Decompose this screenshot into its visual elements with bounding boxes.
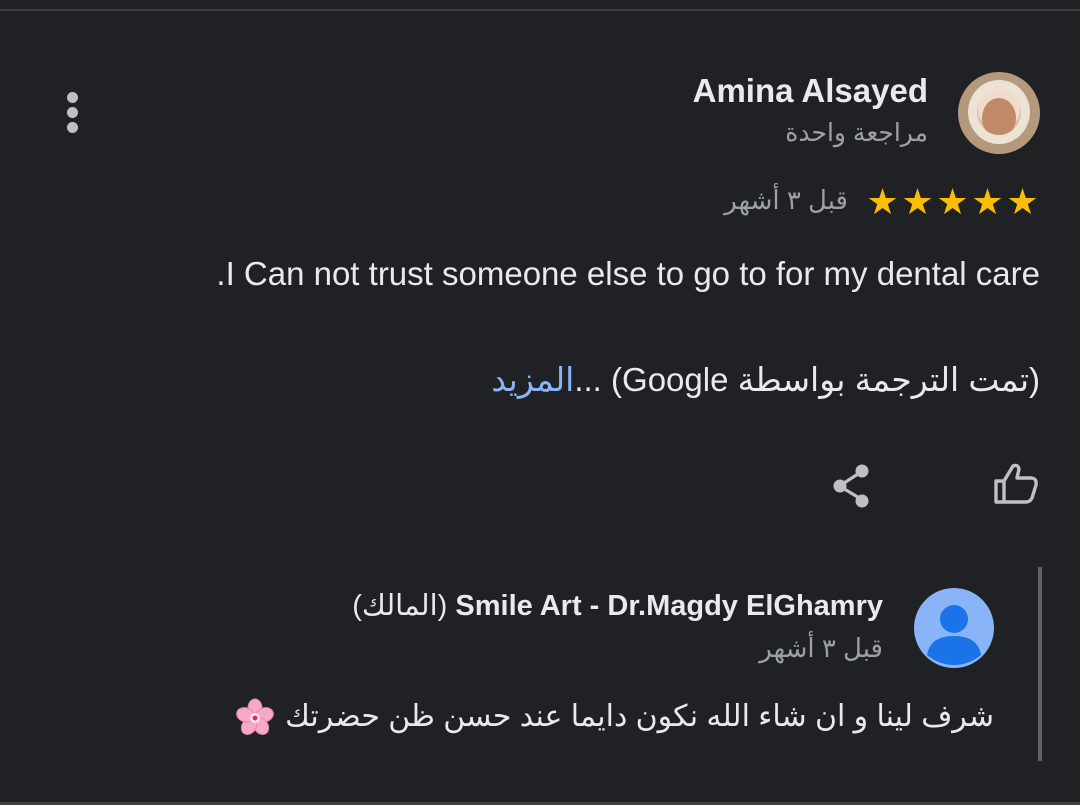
- translation-note: (تمت الترجمة بواسطة Google) ...المزيد: [491, 360, 1040, 399]
- owner-name[interactable]: Smile Art - Dr.Magdy ElGhamry (المالك): [352, 588, 883, 623]
- menu-dot: [66, 107, 78, 118]
- owner-reply-body: شرف لينا و ان شاء الله نكون دايما عند حس…: [285, 699, 994, 733]
- share-icon[interactable]: [830, 462, 874, 510]
- translation-label: (تمت الترجمة بواسطة Google): [611, 361, 1040, 398]
- avatar-headscarf: [968, 80, 1030, 144]
- reply-indent-bar: [1038, 567, 1042, 761]
- owner-role-label: (المالك): [352, 590, 448, 622]
- reviewer-name[interactable]: Amina Alsayed: [693, 72, 928, 110]
- owner-reply-text: شرف لينا و ان شاء الله نكون دايما عند حس…: [235, 698, 994, 738]
- more-vert-icon[interactable]: [58, 92, 86, 136]
- owner-reply-date: قبل ٣ أشهر: [759, 633, 883, 663]
- menu-dot: [66, 122, 78, 133]
- owner-avatar[interactable]: [914, 588, 994, 668]
- star-rating: ★ ★ ★ ★ ★: [865, 184, 1040, 220]
- star-icon: ★: [936, 181, 969, 222]
- review-card: Amina Alsayed مراجعة واحدة ★ ★ ★ ★ ★ قبل…: [0, 0, 1080, 805]
- ellipsis: ...: [574, 361, 612, 398]
- review-text: I Can not trust someone else to go to fo…: [216, 255, 1040, 292]
- reviewer-avatar[interactable]: [958, 72, 1040, 154]
- more-link[interactable]: المزيد: [491, 361, 574, 398]
- reviewer-review-count: مراجعة واحدة: [785, 119, 928, 147]
- star-icon: ★: [971, 181, 1004, 222]
- star-icon: ★: [901, 181, 934, 222]
- review-date: قبل ٣ أشهر: [724, 185, 848, 215]
- thumb-up-icon[interactable]: [992, 460, 1040, 508]
- menu-dot: [66, 92, 78, 103]
- star-icon: ★: [866, 181, 899, 222]
- owner-name-text: Smile Art - Dr.Magdy ElGhamry: [455, 590, 883, 622]
- cherry-blossom-icon: [235, 698, 275, 738]
- star-icon: ★: [1006, 181, 1039, 222]
